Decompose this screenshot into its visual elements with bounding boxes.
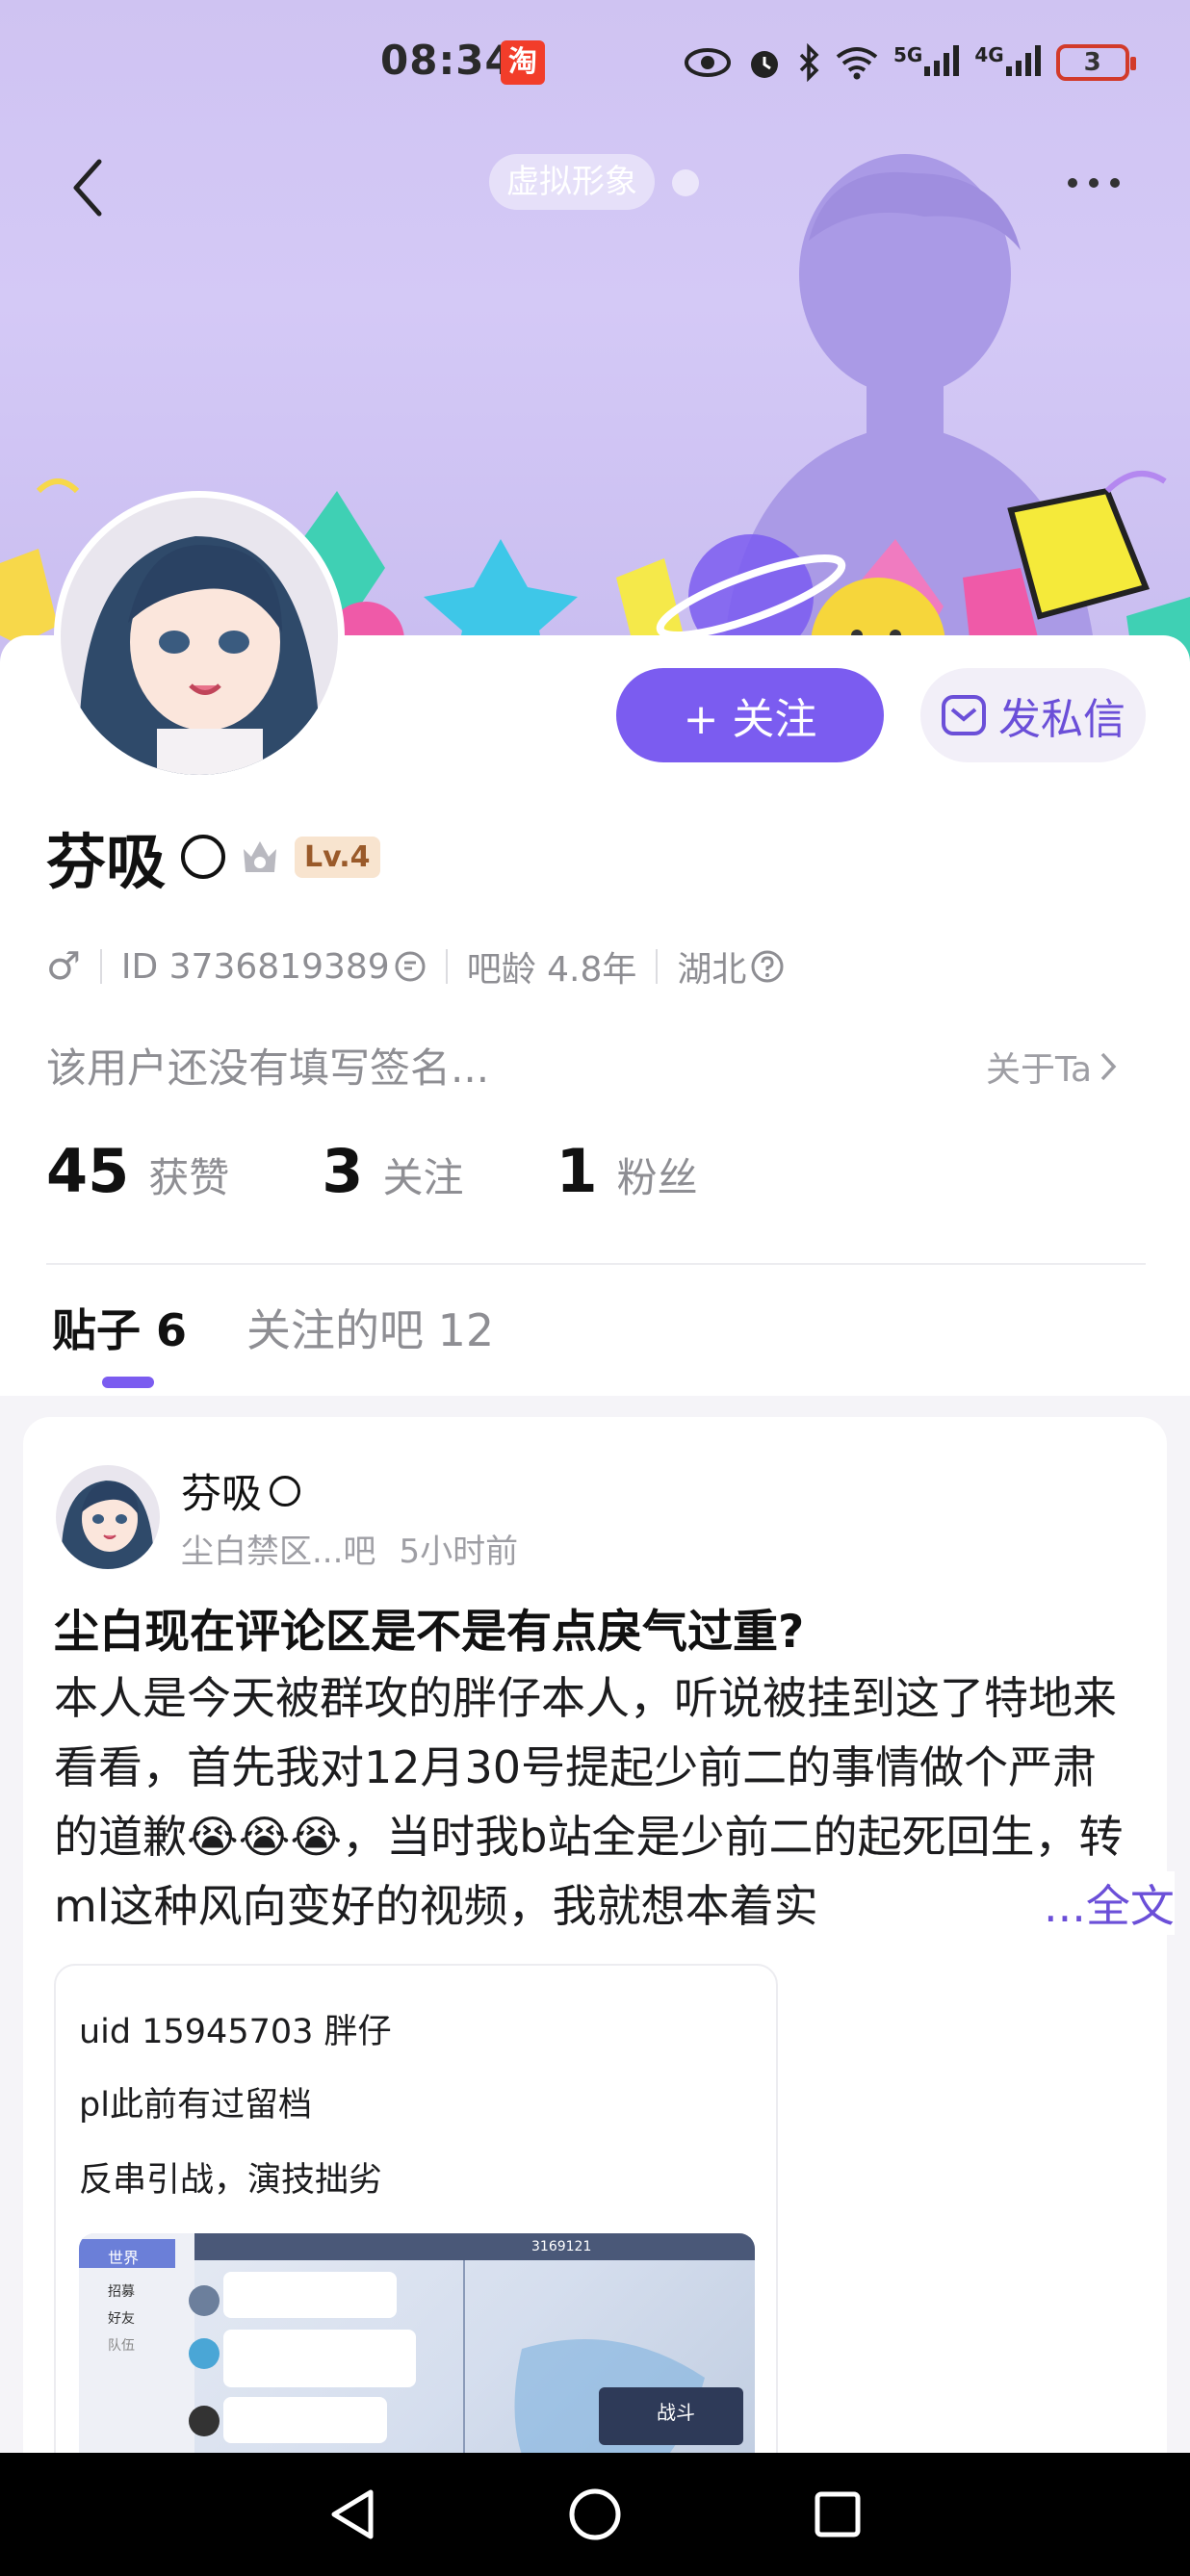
wifi-icon — [836, 47, 878, 80]
post-author-name: 芬吸 — [181, 1470, 263, 1517]
stat-label: 粉丝 — [616, 1154, 698, 1201]
virtual-avatar-chip[interactable]: 虚拟形象 — [489, 154, 655, 210]
send-message-label: 发私信 — [998, 695, 1125, 744]
read-full-link[interactable]: ...全文 — [1005, 1871, 1175, 1935]
post-meta: 尘白禁区...吧 5小时前 — [181, 1525, 518, 1572]
meta-divider — [445, 949, 448, 984]
signature: 该用户还没有填写签名... — [46, 1044, 490, 1092]
name-circle-icon — [270, 1475, 301, 1507]
signal-5g-icon: 5G — [893, 43, 961, 82]
username: 芬吸 — [46, 827, 167, 897]
section-divider — [46, 1263, 1146, 1265]
stat-followers[interactable]: 1 粉丝 — [556, 1136, 697, 1206]
game-menu-item: 好友 — [108, 2311, 135, 2327]
copy-id-icon[interactable] — [394, 950, 427, 983]
follow-button[interactable]: + 关注 — [616, 668, 884, 762]
stat-likes: 45 获赞 — [46, 1136, 229, 1206]
game-menu-item: 世界 — [108, 2249, 140, 2267]
location: 湖北 — [677, 950, 747, 990]
tab-followed-bars[interactable]: 关注的吧 12 — [246, 1296, 494, 1363]
stat-value: 1 — [556, 1136, 598, 1206]
male-icon: ♂ — [46, 944, 81, 989]
chip-indicator-dot — [672, 169, 699, 196]
about-link[interactable]: 关于Ta — [986, 1042, 1117, 1092]
level-badge[interactable]: Lv.4 — [295, 836, 380, 878]
stat-label: 关注 — [382, 1154, 464, 1201]
square-recents-icon — [815, 2491, 861, 2537]
post-forum[interactable]: 尘白禁区...吧 — [181, 1525, 375, 1572]
follow-label: + 关注 — [683, 695, 817, 744]
battery-icon: 3 — [1055, 44, 1136, 81]
stats-row: 45 获赞 3 关注 1 粉丝 — [46, 1136, 790, 1223]
name-row: 芬吸 Lv.4 — [46, 818, 380, 897]
about-label: 关于Ta — [986, 1050, 1093, 1090]
triangle-back-icon — [331, 2489, 374, 2539]
name-circle-icon — [181, 835, 226, 879]
nav-recents-button[interactable] — [794, 2471, 881, 2558]
system-navigation-bar — [0, 2453, 1190, 2576]
more-options-button[interactable] — [1055, 162, 1132, 204]
signal-4g-icon: 4G — [974, 43, 1042, 82]
post-author-avatar[interactable] — [56, 1465, 160, 1569]
stat-value: 45 — [46, 1136, 130, 1206]
nav-back-button[interactable] — [309, 2471, 396, 2558]
eye-icon — [685, 48, 731, 77]
game-menu-item: 队伍 — [108, 2338, 135, 2354]
profile-meta: ♂ ID 3736819389 吧龄 4.8年 湖北 — [46, 938, 785, 995]
meta-divider — [656, 949, 659, 984]
post-time: 5小时前 — [399, 1533, 519, 1571]
stat-label: 获赞 — [148, 1154, 230, 1201]
game-battle-label: 战斗 — [657, 2401, 695, 2424]
level-crown-icon — [237, 836, 283, 878]
send-message-button[interactable]: 发私信 — [920, 668, 1146, 762]
tab-posts[interactable]: 贴子 6 — [52, 1296, 187, 1363]
stat-following[interactable]: 3 关注 — [322, 1136, 463, 1206]
alarm-icon — [751, 51, 778, 78]
user-avatar[interactable] — [54, 491, 345, 782]
game-player-number: 3169121 — [531, 2239, 592, 2254]
bluetooth-icon — [799, 43, 819, 82]
nav-home-button[interactable] — [552, 2471, 638, 2558]
post-body[interactable]: 本人是今天被群攻的胖仔本人，听说被挂到这了特地来看看，首先我对12月30号提起少… — [54, 1663, 1140, 1941]
image-text-line: pl此前有过留档 — [79, 2086, 312, 2125]
chevron-right-icon — [1100, 1052, 1117, 1081]
help-icon[interactable] — [750, 949, 785, 984]
circle-home-icon — [569, 2488, 621, 2540]
tab-indicator — [102, 1377, 154, 1388]
back-button[interactable] — [58, 154, 116, 221]
stat-value: 3 — [322, 1136, 364, 1206]
meta-divider — [99, 949, 102, 984]
bar-age: 吧龄 4.8年 — [466, 950, 637, 990]
status-bar: 08:34 淘 5G 4G 3 — [0, 37, 1190, 94]
image-text-line: 反串引战，演技拙劣 — [79, 2161, 383, 2200]
user-id: ID 3736819389 — [120, 946, 390, 987]
image-text-line: uid 15945703 胖仔 — [79, 2013, 392, 2051]
taobao-notification-icon: 淘 — [501, 40, 545, 85]
post-author[interactable]: 芬吸 — [181, 1461, 301, 1520]
profile-tabs: 贴子 6 关注的吧 12 — [52, 1296, 494, 1363]
game-menu-item: 招募 — [108, 2284, 135, 2300]
envelope-icon — [942, 695, 986, 735]
post-title[interactable]: 尘白现在评论区是不是有点戾气过重? — [54, 1594, 804, 1661]
chevron-left-icon — [73, 159, 102, 217]
status-time: 08:34 — [380, 37, 514, 84]
